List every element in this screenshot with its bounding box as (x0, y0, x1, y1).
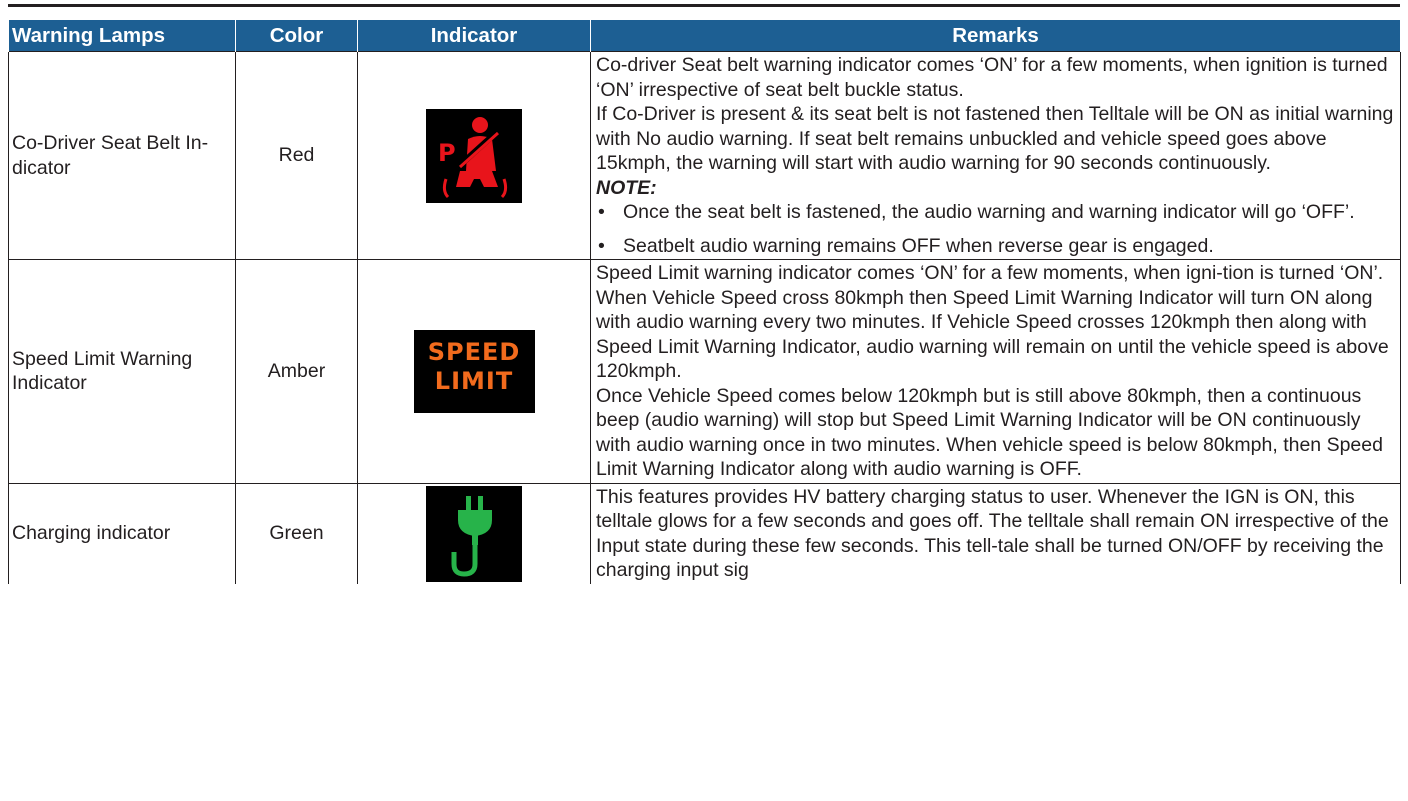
header-remarks: Remarks (590, 19, 1401, 52)
table-row: Speed Limit Warning Indicator Amber SPEE… (8, 259, 1401, 484)
speed-limit-icon-text-top: SPEED (427, 337, 521, 366)
header-indicator: Indicator (357, 19, 591, 52)
indicator-cell: P (357, 51, 591, 260)
table-header-row: Warning Lamps Color Indicator Remarks (8, 19, 1401, 52)
remark-paragraph: Co-driver Seat belt warning indicator co… (596, 54, 1388, 101)
header-color: Color (235, 19, 358, 52)
remarks-cell: Speed Limit warning indicator comes ‘ON’… (590, 259, 1401, 484)
table-row: Charging indicator Green This features p… (8, 482, 1401, 584)
remark-paragraph: If Co-Driver is present & its seat belt … (596, 103, 1394, 174)
note-item: Seatbelt audio warning remains OFF when … (596, 234, 1394, 259)
charging-plug-icon (426, 485, 522, 582)
lamp-color: Red (235, 51, 358, 260)
lamp-name: Speed Limit Warning Indicator (8, 259, 236, 484)
lamp-color: Amber (235, 259, 358, 484)
warning-lamps-table: Warning Lamps Color Indicator Remarks Co… (8, 19, 1401, 584)
remarks-cell: Co-driver Seat belt warning indicator co… (590, 51, 1401, 260)
remark-paragraph: Once Vehicle Speed comes below 120kmph b… (596, 384, 1383, 481)
remark-paragraph: Speed Limit warning indicator comes ‘ON’… (596, 262, 1389, 382)
speed-limit-icon: SPEED LIMIT (413, 329, 535, 413)
table-row: Co-Driver Seat Belt In-dicator Red P Co-… (8, 51, 1401, 260)
note-item: Once the seat belt is fastened, the audi… (596, 200, 1394, 225)
passenger-seat-belt-icon: P (426, 108, 522, 203)
note-list: Once the seat belt is fastened, the audi… (596, 200, 1394, 258)
top-rule (8, 4, 1400, 7)
remark-paragraph: This features provides HV battery chargi… (596, 485, 1389, 582)
lamp-name: Charging indicator (8, 482, 236, 584)
note-title: NOTE: (596, 176, 657, 199)
header-warning-lamps: Warning Lamps (8, 19, 236, 52)
speed-limit-icon-text-bottom: LIMIT (434, 366, 514, 395)
lamp-color: Green (235, 482, 358, 584)
lamp-name: Co-Driver Seat Belt In-dicator (8, 51, 236, 260)
remarks-cell: This features provides HV battery chargi… (590, 482, 1401, 584)
indicator-cell: SPEED LIMIT (357, 259, 591, 484)
svg-text:P: P (438, 139, 456, 167)
indicator-cell (357, 482, 591, 584)
